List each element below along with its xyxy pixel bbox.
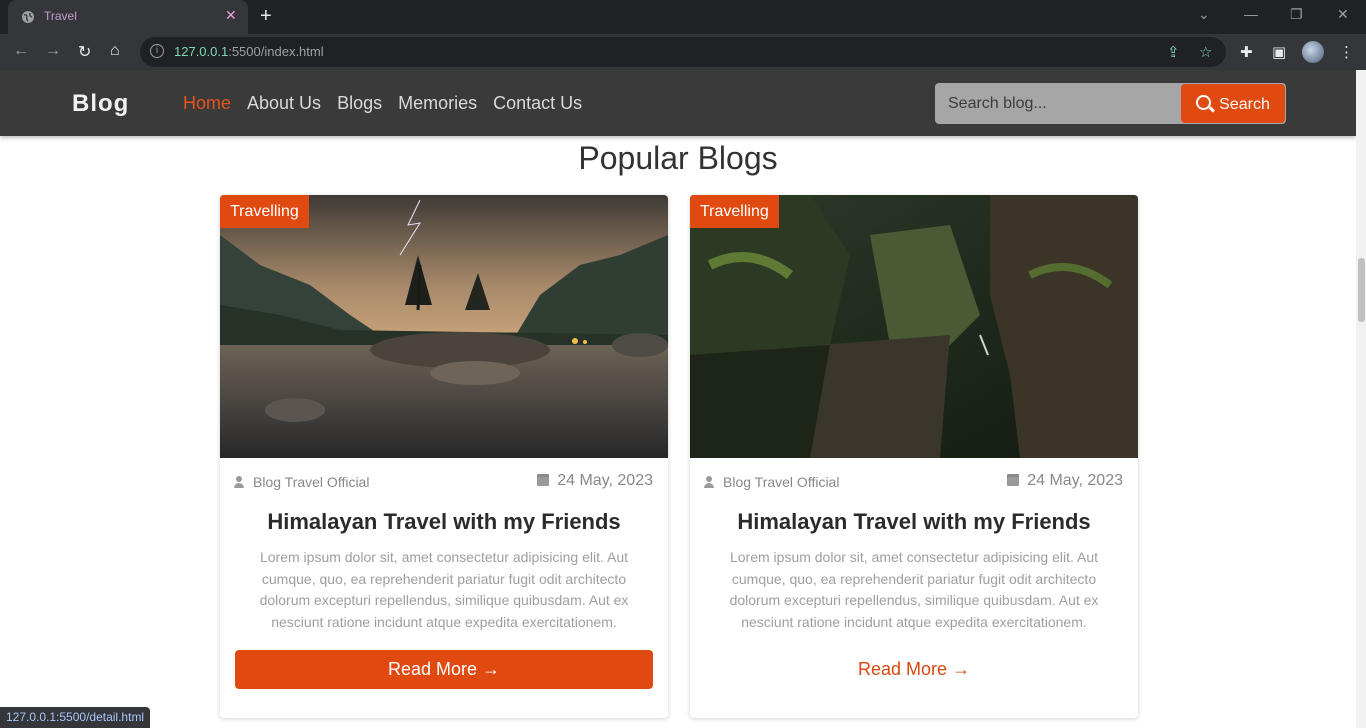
blog-card: Travelling Blog Travel Official 24 May, … (220, 195, 668, 718)
reload-icon[interactable]: ↻ (78, 42, 91, 62)
restore-icon[interactable]: ❐ (1290, 6, 1303, 23)
home-icon[interactable]: ⌂ (110, 42, 120, 60)
url-path: :5500/index.html (228, 44, 324, 59)
globe-icon (22, 11, 34, 23)
author-name: Blog Travel Official (253, 474, 370, 490)
browser-toolbar: ← → ↻ ⌂ i 127.0.0.1:5500/index.html ⇪ ☆ (0, 34, 1366, 70)
user-icon (234, 476, 244, 488)
avatar[interactable] (1302, 41, 1324, 63)
star-icon[interactable]: ☆ (1199, 43, 1212, 61)
post-date: 24 May, 2023 (537, 472, 653, 490)
url-text: 127.0.0.1:5500/index.html (174, 44, 324, 59)
author-name: Blog Travel Official (723, 474, 840, 490)
read-more-button[interactable]: Read More → (705, 650, 1123, 689)
menu-icon[interactable]: ⋮ (1339, 43, 1354, 61)
tab-title: Travel (44, 9, 77, 23)
nav-item-home[interactable]: Home (183, 93, 231, 114)
status-bar-url: 127.0.0.1:5500/detail.html (0, 707, 151, 728)
site-header: Blog Home About Us Blogs Memories Contac… (0, 70, 1356, 136)
site-logo[interactable]: Blog (72, 90, 129, 118)
card-title[interactable]: Himalayan Travel with my Friends (220, 509, 668, 535)
share-icon[interactable]: ⇪ (1167, 43, 1180, 61)
category-badge[interactable]: Travelling (690, 195, 779, 228)
calendar-icon (1007, 474, 1020, 486)
browser-tab-bar: Travel ✕ + ⌄ — ❐ ✕ (0, 0, 1366, 34)
info-icon[interactable]: i (150, 44, 164, 58)
post-author: Blog Travel Official (234, 474, 369, 490)
calendar-icon (537, 474, 550, 486)
user-icon (704, 476, 714, 488)
extensions-icon[interactable]: ✚ (1240, 43, 1253, 61)
sidepanel-icon[interactable]: ▣ (1272, 43, 1286, 61)
date-text: 24 May, 2023 (557, 472, 653, 489)
nav-item-blogs[interactable]: Blogs (337, 93, 382, 114)
search-icon (1196, 94, 1212, 110)
post-author: Blog Travel Official (704, 474, 839, 490)
close-tab-icon[interactable]: ✕ (225, 7, 237, 24)
url-host: 127.0.0.1 (174, 44, 229, 59)
nav-item-contact-us[interactable]: Contact Us (493, 93, 582, 114)
canyon-image[interactable] (690, 195, 1138, 458)
post-date: 24 May, 2023 (1007, 472, 1123, 490)
window-close-icon[interactable]: ✕ (1337, 6, 1349, 23)
forward-icon[interactable]: → (45, 42, 61, 60)
main-nav: Home About Us Blogs Memories Contact Us (183, 93, 582, 114)
browser-tab[interactable]: Travel ✕ (8, 0, 248, 34)
card-title[interactable]: Himalayan Travel with my Friends (690, 509, 1138, 535)
tab-search-icon[interactable]: ⌄ (1198, 6, 1210, 23)
card-excerpt: Lorem ipsum dolor sit, amet consectetur … (729, 549, 1099, 630)
nav-item-memories[interactable]: Memories (398, 93, 477, 114)
scrollbar-track[interactable] (1356, 70, 1366, 728)
nav-item-about-us[interactable]: About Us (247, 93, 321, 114)
address-bar[interactable]: i 127.0.0.1:5500/index.html ⇪ ☆ (140, 37, 1226, 67)
read-more-button[interactable]: Read More → (235, 650, 653, 689)
search-button[interactable]: Search (1181, 84, 1285, 123)
search-box: Search (935, 83, 1286, 124)
date-text: 24 May, 2023 (1027, 472, 1123, 489)
category-badge[interactable]: Travelling (220, 195, 309, 228)
blog-card: Travelling Blog Travel Official 24 May, … (690, 195, 1138, 718)
search-input[interactable] (935, 83, 1193, 124)
lake-mountain-image[interactable] (220, 195, 668, 458)
back-icon[interactable]: ← (13, 42, 29, 60)
new-tab-button[interactable]: + (260, 5, 272, 28)
search-button-label: Search (1219, 95, 1270, 113)
minimize-icon[interactable]: — (1244, 6, 1258, 22)
scrollbar-thumb[interactable] (1358, 258, 1365, 322)
section-title: Popular Blogs (578, 140, 778, 176)
card-excerpt: Lorem ipsum dolor sit, amet consectetur … (259, 549, 629, 630)
